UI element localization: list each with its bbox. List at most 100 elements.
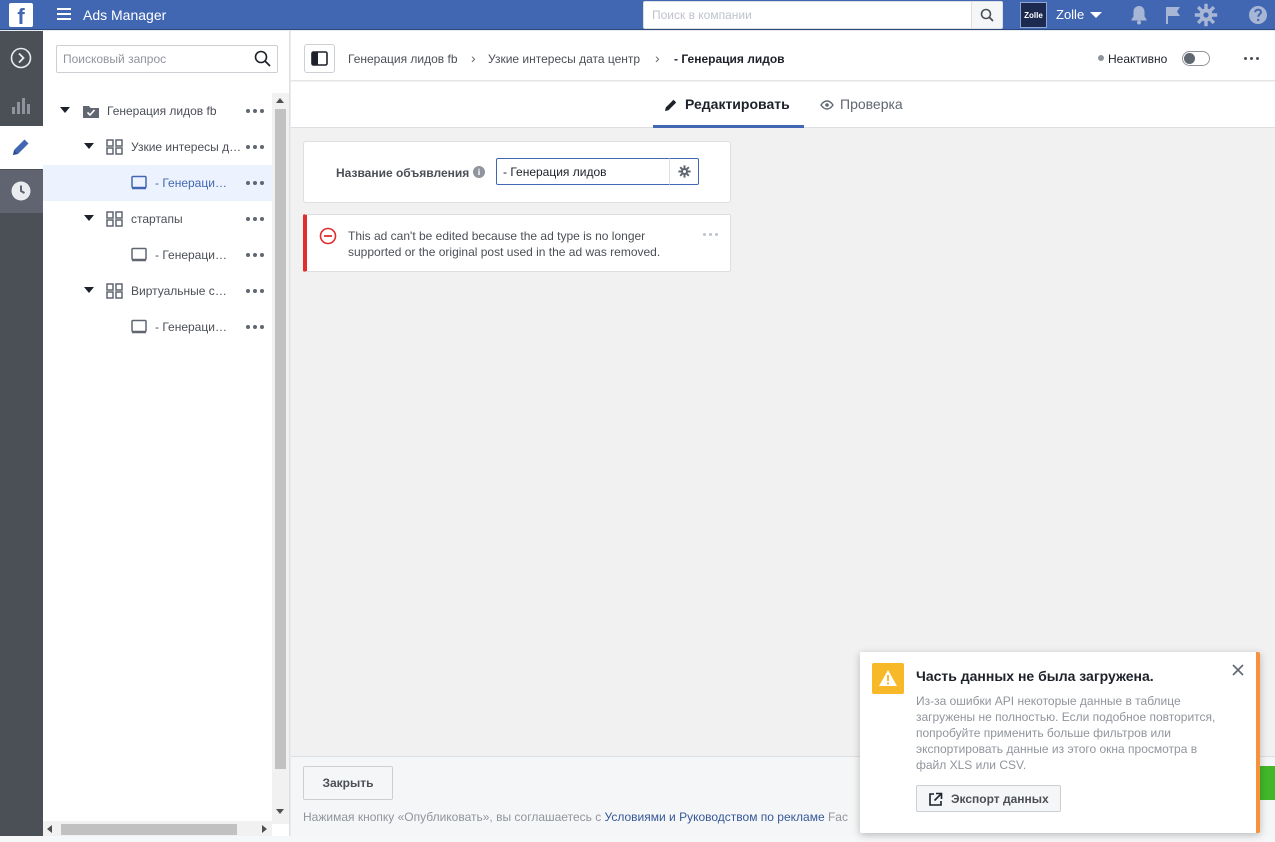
tab-review[interactable]: Проверка bbox=[811, 82, 911, 128]
tree-row-label: Генерация лидов fb bbox=[107, 104, 217, 118]
close-icon[interactable] bbox=[1230, 662, 1246, 678]
ad-name-input[interactable] bbox=[496, 158, 670, 185]
tree-search-input[interactable] bbox=[56, 45, 278, 73]
terms-prefix: Нажимая кнопку «Опубликовать», вы соглаш… bbox=[303, 810, 605, 824]
bottom-strip bbox=[0, 836, 1275, 842]
more-options-icon[interactable] bbox=[246, 175, 266, 191]
status-toggle[interactable] bbox=[1182, 51, 1210, 66]
ad-name-label: Название объявления bbox=[336, 166, 470, 180]
breadcrumb: Генерация лидов fb › Узкие интересы дата… bbox=[291, 31, 1275, 81]
rail-history[interactable] bbox=[0, 170, 43, 213]
breadcrumb-adset[interactable]: Узкие интересы дата центр bbox=[488, 52, 640, 66]
status-dot bbox=[1098, 55, 1104, 61]
ad-name-card: Название объявления i bbox=[303, 141, 731, 203]
terms-link[interactable]: Условиями и Руководством по рекламе bbox=[605, 810, 825, 824]
adset-grid-icon bbox=[106, 211, 123, 227]
chevron-right-icon: › bbox=[655, 50, 660, 66]
ad-monitor-icon bbox=[131, 247, 147, 262]
scrollbar-thumb[interactable] bbox=[61, 824, 237, 835]
error-message: This ad can't be edited because the ad t… bbox=[348, 229, 661, 259]
more-options-icon[interactable] bbox=[246, 139, 266, 155]
pencil-icon bbox=[665, 99, 677, 111]
scroll-down-icon[interactable] bbox=[276, 809, 284, 814]
more-options-icon[interactable] bbox=[246, 247, 266, 263]
search-icon bbox=[254, 50, 271, 67]
settings-gear-icon[interactable] bbox=[1194, 3, 1218, 27]
status-label: Неактивно bbox=[1108, 52, 1168, 66]
left-rail bbox=[0, 31, 43, 842]
tree-row-adset[interactable]: стартапы bbox=[43, 201, 272, 237]
campaign-folder-icon bbox=[83, 106, 99, 118]
menu-icon[interactable] bbox=[57, 8, 71, 20]
tree-row-label: - Генерация лидов bbox=[155, 320, 231, 334]
warning-icon bbox=[872, 663, 904, 694]
adset-grid-icon bbox=[106, 283, 123, 299]
info-icon[interactable]: i bbox=[473, 166, 485, 178]
account-switcher[interactable]: Zolle Zolle bbox=[1014, 0, 1114, 30]
eye-icon bbox=[820, 100, 834, 110]
tree-row-ad[interactable]: - Генерация лидов bbox=[43, 165, 272, 201]
bar-chart-icon bbox=[12, 98, 30, 114]
breadcrumb-campaign[interactable]: Генерация лидов fb bbox=[348, 52, 458, 66]
export-data-button[interactable]: Экспорт данных bbox=[916, 785, 1061, 812]
search-icon bbox=[980, 8, 994, 22]
tree-row-ad[interactable]: - Генерация лидов bbox=[43, 237, 272, 273]
more-options-icon[interactable] bbox=[701, 229, 721, 241]
panel-toggle-button[interactable] bbox=[304, 44, 335, 73]
tree-vertical-scrollbar[interactable] bbox=[272, 93, 289, 824]
terms-notice: Нажимая кнопку «Опубликовать», вы соглаш… bbox=[303, 810, 848, 824]
error-banner: This ad can't be edited because the ad t… bbox=[303, 214, 731, 272]
adset-grid-icon bbox=[106, 139, 123, 155]
scroll-up-icon[interactable] bbox=[276, 98, 284, 103]
help-icon[interactable] bbox=[1246, 3, 1270, 27]
flag-icon[interactable] bbox=[1161, 3, 1185, 27]
company-search-button[interactable] bbox=[971, 1, 1003, 29]
ad-name-settings-button[interactable] bbox=[669, 158, 699, 185]
chevron-down-icon bbox=[1090, 12, 1102, 18]
caret-down-icon[interactable] bbox=[84, 143, 94, 149]
pencil-icon bbox=[13, 139, 29, 155]
caret-down-icon[interactable] bbox=[60, 107, 70, 113]
ad-monitor-icon bbox=[131, 319, 147, 334]
tab-edit[interactable]: Редактировать bbox=[653, 82, 804, 128]
error-minus-circle-icon bbox=[319, 227, 337, 245]
company-search-input[interactable] bbox=[643, 1, 973, 29]
rail-edit[interactable] bbox=[0, 126, 43, 169]
tab-edit-label: Редактировать bbox=[685, 96, 790, 112]
more-options-icon[interactable] bbox=[1241, 51, 1261, 67]
close-button[interactable]: Закрыть bbox=[303, 766, 393, 800]
more-options-icon[interactable] bbox=[246, 211, 266, 227]
breadcrumb-current: - Генерация лидов bbox=[674, 52, 785, 66]
facebook-logo-icon[interactable]: f bbox=[9, 3, 33, 27]
account-name: Zolle bbox=[1056, 7, 1085, 22]
expand-circle-icon bbox=[10, 47, 32, 69]
notifications-bell-icon[interactable] bbox=[1127, 3, 1151, 27]
tree-row-label: - Генерация лидов bbox=[155, 248, 231, 262]
scrollbar-thumb[interactable] bbox=[275, 109, 286, 769]
tree-row-adset[interactable]: Узкие интересы дата центр bbox=[43, 129, 272, 165]
toast-title: Часть данных не была загружена. bbox=[916, 668, 1154, 684]
top-bar: f Ads Manager Zolle Zolle bbox=[0, 0, 1275, 30]
tree-row-label: стартапы bbox=[131, 212, 183, 226]
export-data-label: Экспорт данных bbox=[951, 792, 1049, 806]
rail-reports[interactable] bbox=[0, 84, 43, 127]
scroll-right-icon[interactable] bbox=[262, 825, 267, 833]
caret-down-icon[interactable] bbox=[84, 287, 94, 293]
clock-icon bbox=[11, 181, 31, 201]
more-options-icon[interactable] bbox=[246, 319, 266, 335]
editor-tabs: Редактировать Проверка bbox=[291, 82, 1275, 128]
tree-row-label: Узкие интересы дата центр bbox=[131, 140, 243, 154]
ad-monitor-icon bbox=[131, 175, 147, 190]
tree-row-label: Виртуальные серверы bbox=[131, 284, 231, 298]
rail-expand[interactable] bbox=[0, 37, 43, 80]
tree-row-adset[interactable]: Виртуальные серверы bbox=[43, 273, 272, 309]
more-options-icon[interactable] bbox=[246, 103, 266, 119]
terms-suffix: Fac bbox=[824, 810, 848, 824]
more-options-icon[interactable] bbox=[246, 283, 266, 299]
app-title: Ads Manager bbox=[83, 7, 167, 23]
caret-down-icon[interactable] bbox=[84, 215, 94, 221]
scroll-left-icon[interactable] bbox=[47, 825, 52, 833]
tree-row-campaign[interactable]: Генерация лидов fb bbox=[43, 93, 272, 129]
toast-message: Из-за ошибки API некоторые данные в табл… bbox=[916, 694, 1216, 772]
tree-row-ad[interactable]: - Генерация лидов bbox=[43, 309, 272, 345]
